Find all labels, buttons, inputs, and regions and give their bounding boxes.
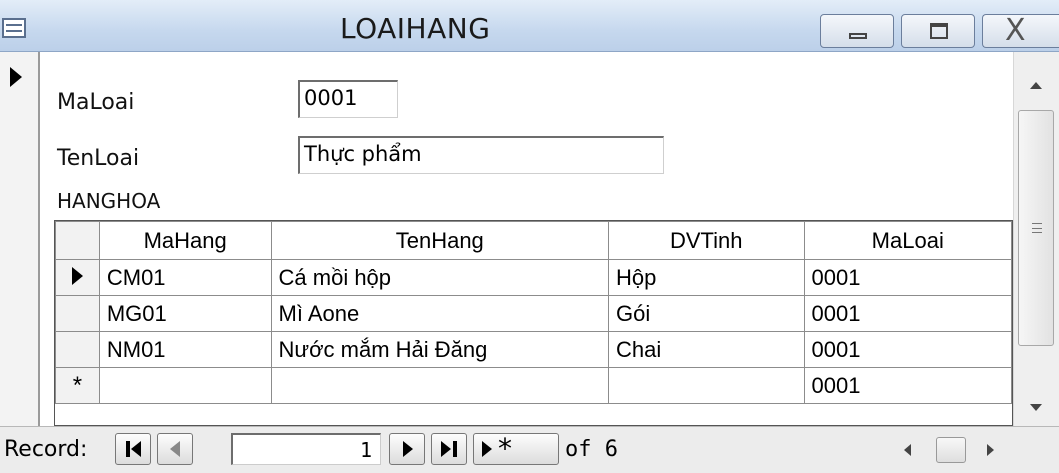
horizontal-scroll-thumb[interactable] <box>936 437 966 463</box>
vertical-scrollbar[interactable] <box>1013 52 1059 426</box>
table-row[interactable]: MG01 Mì Aone Gói 0001 <box>55 295 1012 332</box>
hanghoa-datasheet: MaHang TenHang DVTinh MaLoai CM01 Cá mồi… <box>55 221 1012 404</box>
maloai-field[interactable]: 0001 <box>298 80 398 118</box>
minimize-button[interactable] <box>820 14 894 48</box>
cell-mahang[interactable]: MG01 <box>98 295 272 332</box>
record-count: of 6 <box>565 437 618 462</box>
scroll-down-icon[interactable] <box>1030 404 1042 411</box>
scroll-left-icon[interactable] <box>904 444 911 456</box>
table-row[interactable]: CM01 Cá mồi hộp Hộp 0001 <box>55 259 1012 296</box>
new-record-star-icon: * <box>498 432 512 465</box>
window-title: LOAIHANG <box>340 12 491 45</box>
new-row-selector[interactable]: * <box>55 367 100 404</box>
row-selector[interactable] <box>55 259 100 296</box>
cell-dvtinh[interactable]: Chai <box>608 331 805 368</box>
maximize-icon <box>930 23 948 39</box>
title-bar: LOAIHANG X <box>0 0 1059 52</box>
cell-mahang[interactable]: CM01 <box>98 259 272 296</box>
form-icon[interactable] <box>2 18 26 38</box>
cell-maloai[interactable]: 0001 <box>803 259 1012 296</box>
cell-maloai[interactable]: 0001 <box>803 367 1012 404</box>
column-header-tenhang[interactable]: TenHang <box>270 221 610 260</box>
current-row-arrow-icon <box>71 266 83 285</box>
first-record-arrow <box>131 441 141 457</box>
form-body: MaLoai 0001 TenLoai Thực phẩm HANGHOA Ma… <box>42 52 1013 426</box>
column-header-dvtinh[interactable]: DVTinh <box>608 221 805 260</box>
tenloai-field[interactable]: Thực phẩm <box>298 136 664 174</box>
record-label: Record: <box>4 437 88 462</box>
scroll-up-icon[interactable] <box>1030 82 1042 89</box>
next-record-button[interactable] <box>389 433 425 465</box>
grip-icon <box>1032 223 1042 233</box>
first-record-icon <box>126 441 130 457</box>
record-selector[interactable] <box>0 52 40 426</box>
maximize-button[interactable] <box>901 14 975 48</box>
cell-maloai[interactable]: 0001 <box>803 331 1012 368</box>
last-record-icon <box>441 441 451 457</box>
minimize-icon <box>849 33 867 39</box>
cell-dvtinh[interactable] <box>608 367 805 404</box>
record-navigation-bar: Record: 1 * of 6 <box>0 426 1059 473</box>
next-record-icon <box>403 441 413 457</box>
maloai-label: MaLoai <box>57 90 135 115</box>
cell-maloai[interactable]: 0001 <box>803 295 1012 332</box>
close-button[interactable]: X <box>982 13 1059 48</box>
last-record-bar <box>453 441 457 457</box>
last-record-button[interactable] <box>431 433 467 465</box>
tenloai-label: TenLoai <box>57 146 140 171</box>
current-record-input[interactable]: 1 <box>231 433 381 465</box>
new-record-button[interactable]: * <box>473 432 559 465</box>
new-record-icon: * <box>72 371 83 399</box>
cell-tenhang[interactable]: Cá mồi hộp <box>270 259 610 296</box>
cell-tenhang[interactable] <box>270 367 610 404</box>
cell-dvtinh[interactable]: Hộp <box>608 259 805 296</box>
cell-dvtinh[interactable]: Gói <box>608 295 805 332</box>
row-selector[interactable] <box>55 331 100 368</box>
scroll-thumb[interactable] <box>1018 110 1054 346</box>
cell-tenhang[interactable]: Mì Aone <box>270 295 610 332</box>
select-all-cell[interactable] <box>55 221 100 260</box>
cell-tenhang[interactable]: Nước mắm Hải Đăng <box>270 331 610 368</box>
new-record-nav-icon <box>482 441 492 457</box>
horizontal-scrollbar[interactable] <box>892 435 1007 465</box>
subform-label: HANGHOA <box>57 189 161 213</box>
first-record-button[interactable] <box>115 433 151 465</box>
previous-record-button[interactable] <box>157 433 193 465</box>
new-record-row[interactable]: * 0001 <box>55 367 1012 404</box>
column-header-maloai[interactable]: MaLoai <box>803 221 1012 260</box>
close-icon: X <box>1005 13 1026 48</box>
current-record-arrow-icon <box>10 67 22 87</box>
scroll-right-icon[interactable] <box>987 444 994 456</box>
cell-mahang[interactable] <box>98 367 272 404</box>
hanghoa-subform[interactable]: MaHang TenHang DVTinh MaLoai CM01 Cá mồi… <box>54 220 1013 426</box>
header-row: MaHang TenHang DVTinh MaLoai <box>55 221 1012 260</box>
table-row[interactable]: NM01 Nước mắm Hải Đăng Chai 0001 <box>55 331 1012 368</box>
row-selector[interactable] <box>55 295 100 332</box>
column-header-mahang[interactable]: MaHang <box>98 221 272 260</box>
cell-mahang[interactable]: NM01 <box>98 331 272 368</box>
previous-record-icon <box>170 441 180 457</box>
